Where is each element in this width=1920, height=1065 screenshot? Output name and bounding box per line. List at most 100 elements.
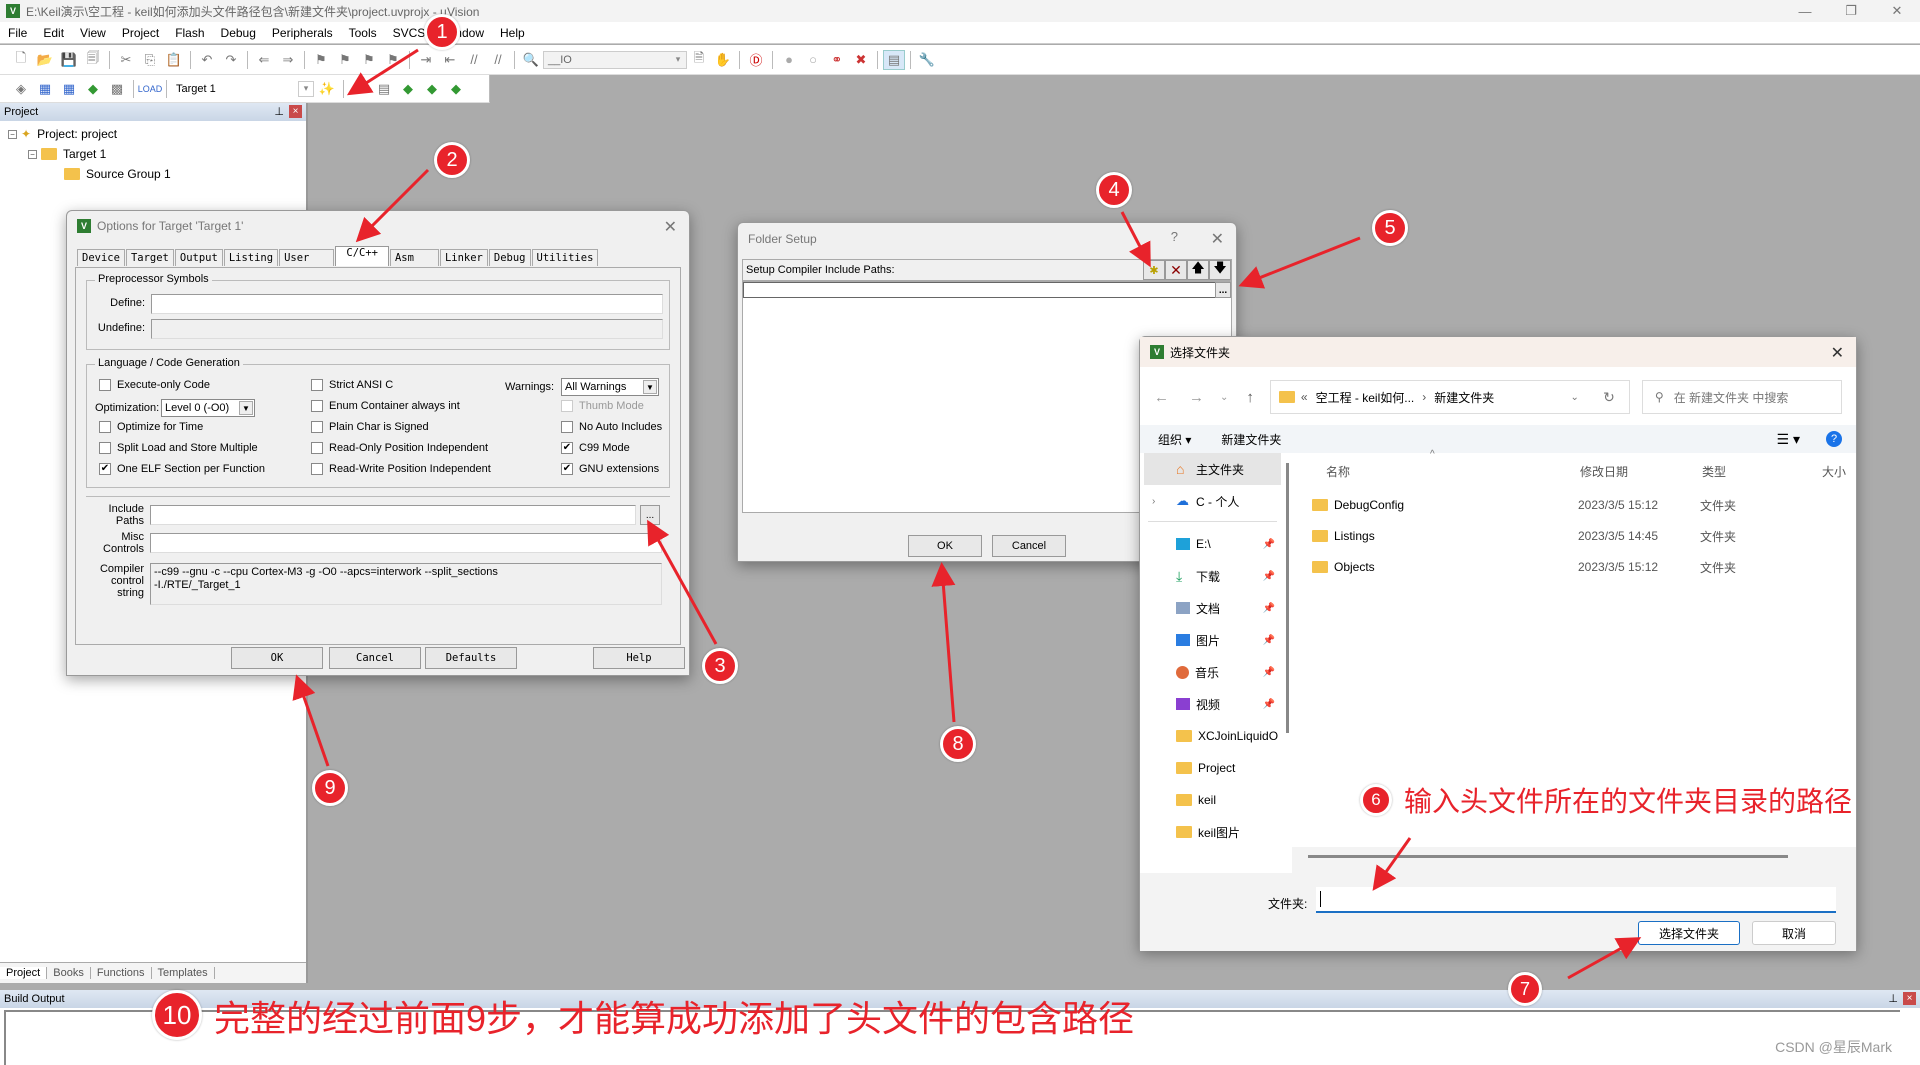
refresh-icon[interactable]: ↻: [1603, 389, 1615, 406]
ok-button[interactable]: OK: [908, 535, 982, 557]
disable-breakpoint-icon[interactable]: ○: [802, 50, 824, 70]
menu-project[interactable]: Project: [114, 26, 167, 40]
chevron-down-icon[interactable]: ⌄: [1571, 392, 1579, 403]
options-for-target-icon[interactable]: ✨: [316, 79, 338, 99]
help-button[interactable]: Help: [593, 647, 685, 669]
tab-utilities[interactable]: Utilities: [531, 249, 599, 266]
delete-icon[interactable]: ✕: [1165, 260, 1187, 280]
include-paths-browse-button[interactable]: ...: [640, 505, 660, 525]
indent-icon[interactable]: ⇥: [415, 50, 437, 70]
tab-cpp[interactable]: C/C++: [335, 246, 389, 266]
help-icon[interactable]: ?: [1826, 431, 1842, 447]
warnings-select[interactable]: All Warnings ▼: [561, 378, 659, 396]
find-in-files-icon[interactable]: 🔍: [520, 50, 542, 70]
optimize-time-checkbox[interactable]: Optimize for Time: [99, 421, 203, 433]
tree-item-source-group[interactable]: Source Group 1: [0, 164, 306, 184]
manage-components-icon[interactable]: ◆: [445, 79, 467, 99]
tab-project[interactable]: Project: [0, 967, 48, 979]
breadcrumb-current[interactable]: 新建文件夹: [1434, 389, 1494, 406]
checkbox[interactable]: [311, 400, 323, 412]
save-all-icon[interactable]: 🗐: [82, 50, 104, 70]
c99-mode-checkbox[interactable]: ✔ C99 Mode: [561, 442, 630, 454]
menu-peripherals[interactable]: Peripherals: [264, 26, 341, 40]
checkbox[interactable]: ✔: [561, 442, 573, 454]
ok-button[interactable]: OK: [231, 647, 323, 669]
tree-item-project[interactable]: − ✦ Project: project: [0, 124, 306, 144]
close-icon[interactable]: ✕: [1211, 229, 1224, 249]
cancel-button[interactable]: Cancel: [992, 535, 1066, 557]
save-icon[interactable]: 💾: [58, 50, 80, 70]
manage-rte-icon[interactable]: ◆: [397, 79, 419, 99]
browse-button[interactable]: ...: [1215, 282, 1231, 298]
breakpoint-icon[interactable]: ●: [778, 50, 800, 70]
bookmark-icon[interactable]: ⚑: [310, 50, 332, 70]
menu-tools[interactable]: Tools: [341, 26, 385, 40]
undefine-input[interactable]: [151, 319, 663, 339]
menu-help[interactable]: Help: [492, 26, 533, 40]
unindent-icon[interactable]: ⇤: [439, 50, 461, 70]
debug-session-icon[interactable]: Ⓓ: [745, 50, 767, 70]
nav-scrollbar[interactable]: [1286, 463, 1289, 733]
checkbox[interactable]: [311, 463, 323, 475]
search-input[interactable]: ⚲ 在 新建文件夹 中搜索: [1641, 380, 1842, 414]
window-layout-icon[interactable]: ▤: [883, 49, 905, 70]
checkbox[interactable]: [311, 379, 323, 391]
collapse-icon[interactable]: −: [28, 149, 37, 159]
nav-item-folder[interactable]: XCJoinLiquidO: [1140, 720, 1285, 752]
nav-item-folder[interactable]: Project: [1140, 752, 1285, 784]
file-row[interactable]: Listings 2023/3/5 14:45 文件夹: [1312, 526, 1852, 546]
search-combo[interactable]: __IO ▾: [543, 50, 687, 69]
one-elf-checkbox[interactable]: ✔ One ELF Section per Function: [99, 463, 265, 475]
tab-output[interactable]: Output: [174, 249, 223, 266]
misc-controls-input[interactable]: [150, 533, 662, 553]
pin-icon[interactable]: ⊥: [274, 105, 284, 118]
checkbox[interactable]: [99, 421, 111, 433]
translate-icon[interactable]: ◈: [10, 79, 32, 99]
rw-pi-checkbox[interactable]: Read-Write Position Independent: [311, 463, 491, 475]
batch-build-icon[interactable]: ◆: [82, 79, 104, 99]
kill-all-breakpoints-icon[interactable]: ✖: [850, 50, 872, 70]
expand-icon[interactable]: ›: [1152, 496, 1155, 507]
column-name[interactable]: 名称: [1326, 463, 1350, 480]
include-paths-input[interactable]: [150, 505, 636, 525]
clear-bookmarks-icon[interactable]: ⚑: [382, 50, 404, 70]
no-auto-includes-checkbox[interactable]: No Auto Includes: [561, 421, 662, 433]
back-icon[interactable]: ←: [1154, 389, 1169, 406]
move-down-icon[interactable]: 🡇: [1209, 260, 1231, 280]
checkbox[interactable]: [311, 442, 323, 454]
menu-debug[interactable]: Debug: [213, 26, 264, 40]
nav-back-icon[interactable]: ⇐: [253, 50, 275, 70]
target-select[interactable]: Target 1 ▾: [171, 79, 315, 98]
column-size[interactable]: 大小: [1822, 463, 1846, 480]
new-folder-button[interactable]: 新建文件夹: [1221, 431, 1281, 448]
tab-templates[interactable]: Templates: [152, 967, 215, 979]
open-file-icon[interactable]: 📂: [34, 50, 56, 70]
tab-debug[interactable]: Debug: [488, 249, 531, 266]
execute-only-checkbox[interactable]: Execute-only Code: [99, 379, 210, 391]
menu-edit[interactable]: Edit: [35, 26, 72, 40]
tab-target[interactable]: Target: [125, 249, 174, 266]
incremental-find-icon[interactable]: ✋: [712, 50, 734, 70]
close-icon[interactable]: ×: [289, 105, 302, 118]
plain-char-checkbox[interactable]: Plain Char is Signed: [311, 421, 429, 433]
horizontal-scrollbar[interactable]: [1308, 855, 1788, 858]
optimization-select[interactable]: Level 0 (-O0) ▼: [161, 399, 255, 417]
ro-pi-checkbox[interactable]: Read-Only Position Independent: [311, 442, 488, 454]
help-button[interactable]: ?: [1171, 229, 1178, 244]
strict-ansi-checkbox[interactable]: Strict ANSI C: [311, 379, 393, 391]
nav-item-onedrive[interactable]: › ☁ C - 个人: [1140, 485, 1285, 517]
checkbox[interactable]: [99, 442, 111, 454]
close-icon[interactable]: ×: [1903, 992, 1916, 1005]
tab-functions[interactable]: Functions: [91, 967, 152, 979]
checkbox[interactable]: ✔: [561, 463, 573, 475]
folder-input[interactable]: [1316, 887, 1836, 913]
new-folder-icon[interactable]: ✱: [1143, 260, 1165, 280]
recent-chevron-icon[interactable]: ⌄: [1220, 392, 1228, 403]
menu-view[interactable]: View: [72, 26, 114, 40]
forward-icon[interactable]: →: [1189, 389, 1204, 406]
nav-forward-icon[interactable]: ⇒: [277, 50, 299, 70]
checkbox[interactable]: [99, 379, 111, 391]
paste-icon[interactable]: 📋: [163, 50, 185, 70]
new-file-icon[interactable]: 🗋: [10, 50, 32, 70]
tree-item-target[interactable]: − Target 1: [0, 144, 306, 164]
